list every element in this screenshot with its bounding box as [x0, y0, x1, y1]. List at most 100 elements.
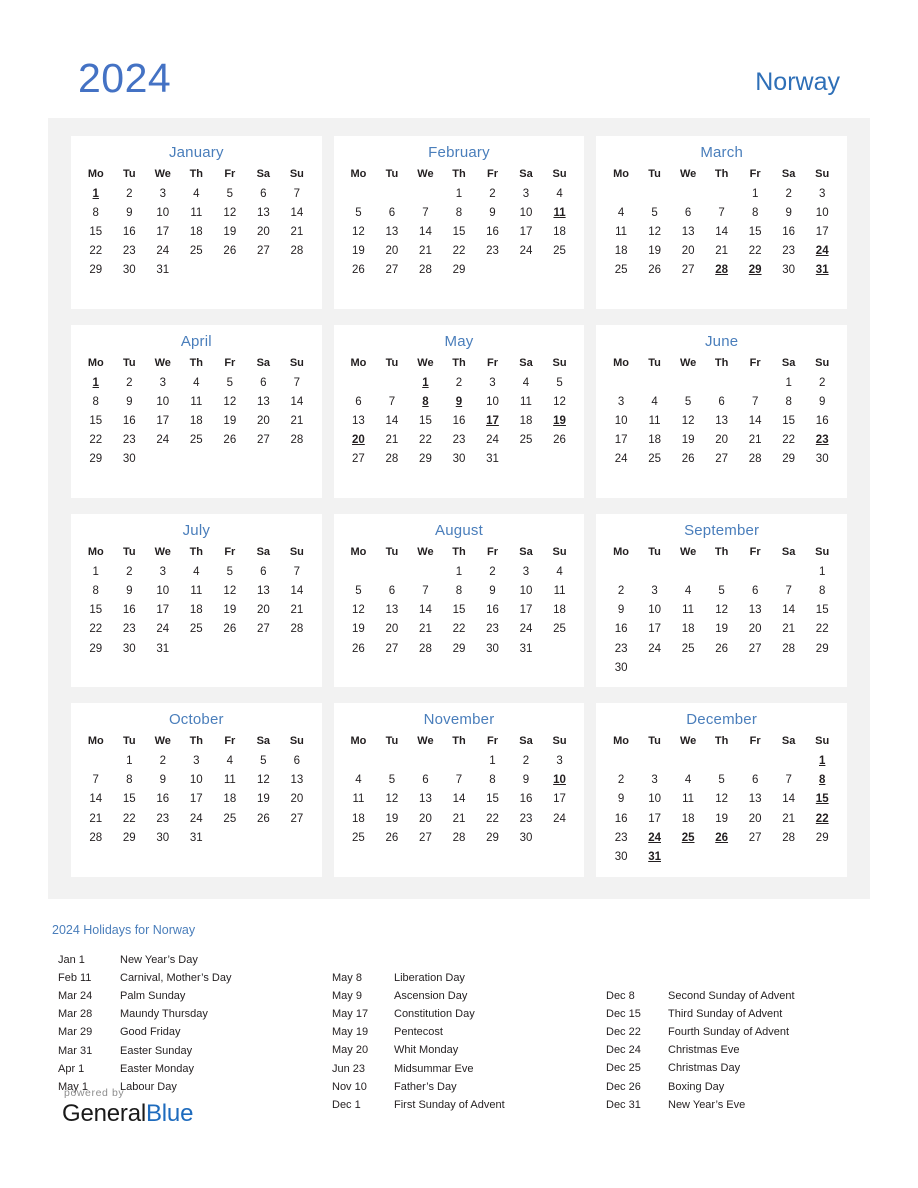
day-cell-holiday: 25	[681, 831, 695, 844]
day-cell-empty	[180, 469, 214, 488]
week-row: 20 21 22 23 24 25 26	[342, 431, 577, 450]
day-cell: 1	[126, 754, 133, 767]
day-cell: 13	[748, 604, 762, 617]
day-cell-holiday: 9	[455, 395, 463, 408]
day-cell-empty	[79, 847, 113, 866]
day-cell: 31	[189, 831, 203, 844]
day-cell: 19	[352, 623, 365, 636]
day-cell-holiday: 28	[715, 264, 729, 277]
day-cell: 12	[352, 225, 365, 238]
day-cell: 15	[452, 604, 466, 617]
day-cell: 19	[256, 793, 270, 806]
weekday-header-fr: Fr	[749, 735, 761, 748]
day-cell: 22	[452, 623, 466, 636]
day-cell: 8	[751, 206, 759, 219]
week-row-filler	[342, 847, 577, 866]
holiday-list-item: Dec 24 Christmas Eve	[606, 1041, 870, 1059]
day-cell: 19	[715, 812, 729, 825]
day-cell: 7	[422, 206, 429, 219]
day-cell: 26	[223, 623, 237, 636]
weekday-header-su: Su	[552, 357, 567, 370]
day-cell: 5	[226, 187, 234, 200]
day-cell: 15	[419, 415, 432, 428]
week-row: 29 30	[79, 450, 314, 469]
holiday-name: Whit Monday	[394, 1044, 459, 1057]
day-cell: 26	[352, 642, 365, 655]
brand-general-text: General	[62, 1099, 146, 1127]
day-cell-holiday: 29	[748, 264, 762, 277]
footer-branding: powered by GeneralBlue	[62, 1087, 193, 1126]
day-cell: 18	[189, 415, 203, 428]
day-cell: 6	[355, 395, 362, 408]
day-cell: 25	[553, 245, 566, 258]
week-row: 30 31	[604, 847, 839, 866]
weekday-header-su: Su	[815, 735, 830, 748]
holiday-list-item: Dec 1 First Sunday of Advent	[332, 1096, 596, 1114]
day-cell-empty	[375, 562, 409, 581]
day-cell-empty	[671, 280, 705, 299]
day-cell: 16	[122, 225, 136, 238]
day-cell: 27	[748, 642, 762, 655]
day-cell: 6	[293, 754, 301, 767]
day-cell: 29	[452, 642, 466, 655]
weekday-header-fr: Fr	[486, 168, 498, 180]
weekday-header-fr: Fr	[224, 735, 236, 748]
day-cell: 15	[89, 604, 103, 617]
day-cell-empty	[638, 751, 672, 770]
day-cell: 14	[385, 415, 399, 428]
holiday-date: Dec 25	[606, 1062, 641, 1075]
day-cell-empty	[213, 261, 247, 280]
day-cell: 23	[614, 831, 628, 844]
weekday-header-sa: Sa	[781, 735, 796, 748]
day-cell-empty	[476, 469, 510, 488]
day-cell: 5	[718, 774, 725, 787]
weekday-header-we: We	[154, 357, 171, 370]
day-cell: 4	[193, 187, 200, 200]
week-row: 30	[604, 658, 839, 677]
holiday-list-item: Dec 25 Christmas Day	[606, 1059, 870, 1077]
day-cell-empty	[705, 280, 739, 299]
holiday-list-item: Jun 23 Midsummar Eve	[332, 1060, 596, 1078]
holiday-list-item: Nov 10 Father’s Day	[332, 1078, 596, 1096]
day-cell: 22	[486, 812, 499, 825]
week-row: 5 6 7 8 9 10 11	[342, 581, 577, 600]
week-row: 7 8 9 10 11 12 13	[79, 771, 314, 790]
day-cell: 27	[352, 453, 365, 466]
week-row: 1 2 3 4 5	[342, 373, 577, 392]
day-cell: 13	[290, 774, 304, 787]
day-cell: 16	[122, 415, 136, 428]
day-cell: 28	[419, 642, 432, 655]
day-cell: 30	[815, 453, 829, 466]
weekday-header-tu: Tu	[385, 357, 399, 370]
month-card-october: October Mo Tu We Th Fr Sa Su 1 2 3 4 5 6 7 8 9 10 11 12 13 1…	[71, 703, 322, 877]
day-cell-empty	[543, 639, 577, 658]
day-cell: 29	[89, 642, 103, 655]
weekday-header-th: Th	[189, 546, 204, 559]
day-cell: 30	[156, 831, 170, 844]
weekday-header-mo: Mo	[613, 735, 630, 748]
weekday-header-tu: Tu	[648, 546, 661, 559]
week-row-filler	[604, 469, 839, 488]
month-name: November	[423, 711, 495, 729]
holiday-date: Dec 8	[606, 989, 635, 1002]
day-cell: 12	[715, 793, 729, 806]
day-cell-holiday: 19	[553, 415, 566, 428]
day-cell: 3	[159, 376, 166, 389]
day-cell-empty	[671, 184, 705, 203]
day-cell: 26	[553, 434, 566, 447]
day-cell: 12	[352, 604, 365, 617]
holiday-date: Dec 15	[606, 1007, 641, 1020]
day-cell-empty	[509, 469, 543, 488]
day-cell-empty	[180, 639, 214, 658]
day-cell: 5	[226, 376, 234, 389]
day-cell: 29	[89, 264, 103, 277]
day-cell: 25	[519, 434, 533, 447]
day-cell: 27	[385, 642, 399, 655]
day-cell-holiday: 24	[815, 245, 829, 258]
day-cell: 18	[189, 604, 203, 617]
month-card-september: September Mo Tu We Th Fr Sa Su 1 2 3 4 5 6 7 8 9 10 11 12 1…	[596, 514, 847, 688]
week-row: 18 19 20 21 22 23 24	[604, 242, 839, 261]
day-cell: 18	[352, 812, 365, 825]
day-cell: 9	[159, 774, 166, 787]
day-cell-empty	[213, 828, 247, 847]
